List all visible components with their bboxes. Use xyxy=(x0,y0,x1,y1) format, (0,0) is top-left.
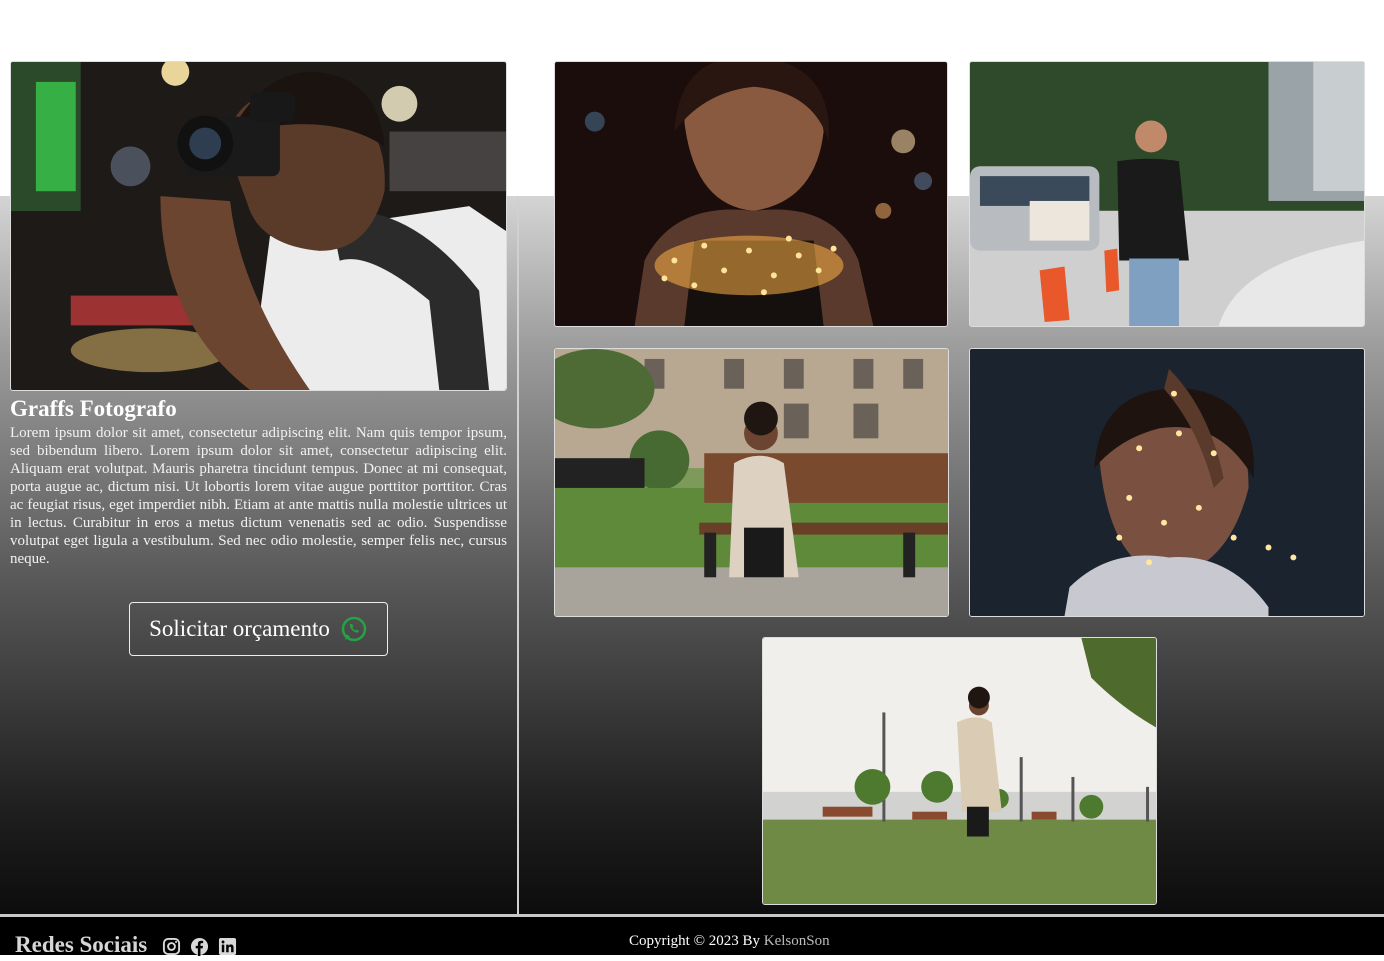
whatsapp-icon xyxy=(340,615,368,643)
woman-walking-park-photo xyxy=(762,637,1157,905)
social-title: Redes Sociais xyxy=(15,932,148,957)
copyright-text: Copyright © 2023 By xyxy=(629,933,760,949)
woman-with-lights-photo xyxy=(554,61,948,327)
request-quote-label: Solicitar orçamento xyxy=(149,616,330,641)
photographer-photo xyxy=(10,61,507,391)
facebook-icon[interactable] xyxy=(190,937,209,956)
request-quote-button[interactable]: Solicitar orçamento xyxy=(129,602,388,656)
man-crossing-street-photo xyxy=(969,61,1365,327)
linkedin-icon[interactable] xyxy=(218,937,237,956)
profile-description: Lorem ipsum dolor sit amet, consectetur … xyxy=(10,425,507,567)
girl-with-fairy-lights-photo xyxy=(969,348,1365,617)
woman-on-bench-photo xyxy=(554,348,949,617)
instagram-icon[interactable] xyxy=(162,937,181,956)
author-link[interactable]: KelsonSon xyxy=(764,933,830,949)
copyright: Copyright © 2023 By KelsonSon xyxy=(629,933,830,950)
column-divider xyxy=(517,196,519,916)
page-title: Graffs Fotografo xyxy=(10,396,177,421)
